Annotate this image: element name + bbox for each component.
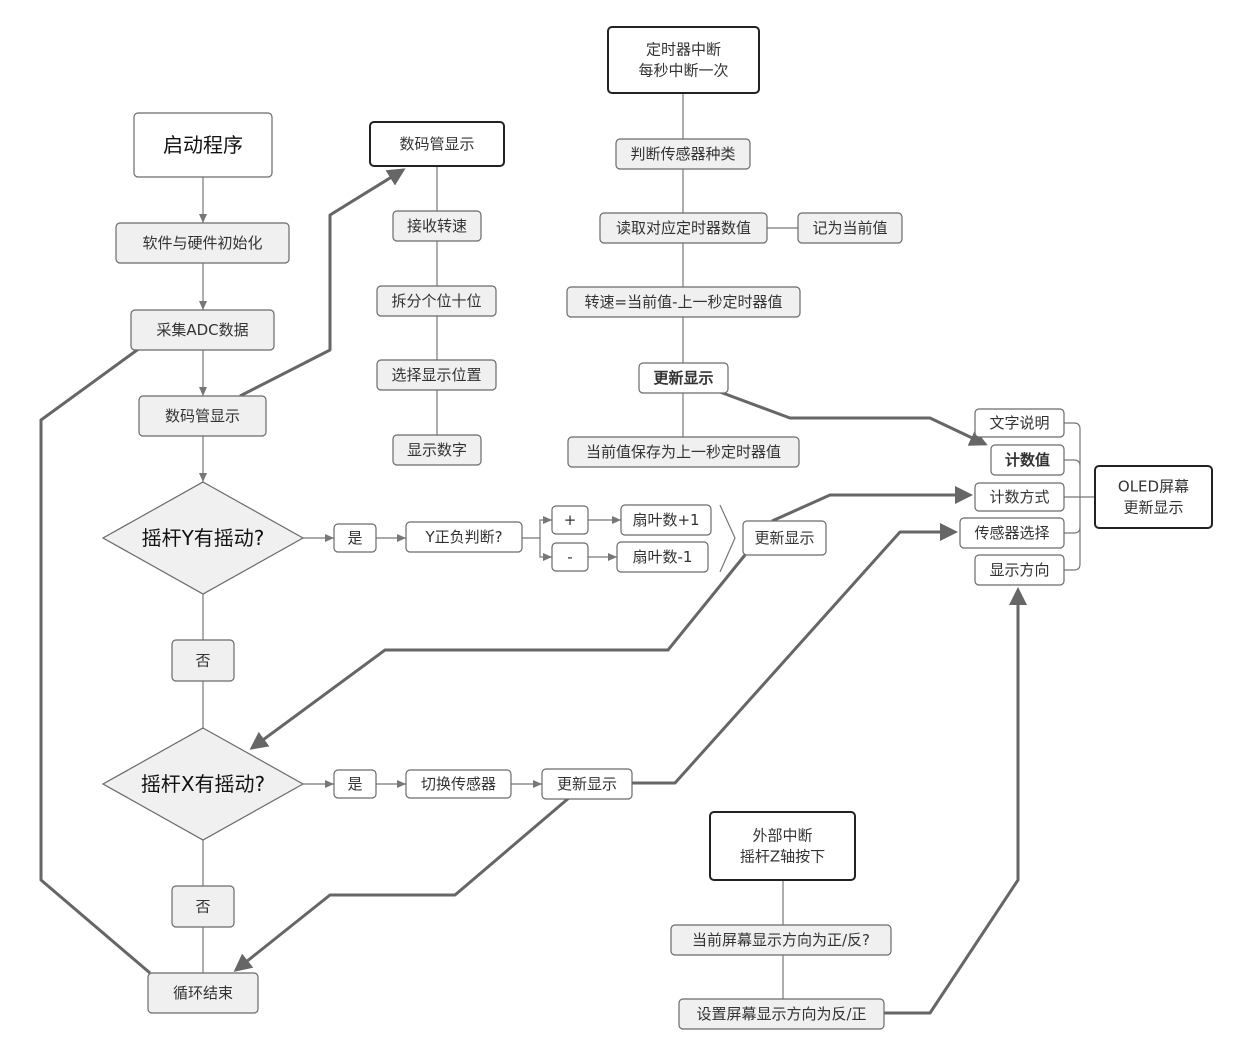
node-switch-sensor: 切换传感器 [405, 769, 512, 799]
node-label: 接收转速 [407, 217, 467, 235]
node-label: 更新显示 [653, 369, 713, 387]
node-oled: OLED屏幕更新显示 [1094, 465, 1213, 529]
node-label: 是 [347, 529, 362, 547]
node-minus: - [551, 542, 589, 572]
node-label: 当前屏幕显示方向为正/反? [692, 931, 870, 949]
node-box [709, 811, 856, 881]
node-label: 当前值保存为上一秒定时器值 [586, 443, 781, 461]
node-label: 否 [195, 898, 210, 916]
node-show-digit: 显示数字 [392, 434, 482, 466]
node-set-dir: 设置屏幕显示方向为反/正 [678, 998, 885, 1030]
node-ext-int: 外部中断摇杆Z轴按下 [709, 811, 856, 881]
node-split-digits: 拆分个位十位 [376, 285, 497, 317]
flow-arrow [884, 587, 1027, 1015]
node-record-current: 记为当前值 [797, 212, 903, 244]
flowchart: 启动程序软件与硬件初始化采集ADC数据数码管显示摇杆Y有摇动? 是 Y正负判断?+-… [39, 26, 1213, 1030]
node-label: OLED屏幕 [1118, 478, 1189, 496]
node-label: 采集ADC数据 [156, 321, 248, 339]
node-label: 扇叶数-1 [633, 548, 693, 566]
node-box [607, 26, 760, 94]
node-label: 判断传感器种类 [630, 145, 735, 163]
connector-line [1064, 459, 1081, 467]
node-save-prev: 当前值保存为上一秒定时器值 [567, 436, 800, 468]
node-label: 摇杆Z轴按下 [740, 848, 825, 866]
node-label: 循环结束 [173, 984, 233, 1002]
node-label: 每秒中断一次 [638, 62, 728, 80]
node-diamond-x: 摇杆X有摇动? [101, 727, 305, 841]
node-adc: 采集ADC数据 [130, 309, 275, 351]
node-label: 扇叶数+1 [632, 511, 699, 529]
node-read-timer: 读取对应定时器数值 [599, 212, 768, 244]
node-select-pos: 选择显示位置 [376, 359, 497, 391]
node-label: 启动程序 [163, 133, 243, 157]
node-display-dir: 显示方向 [974, 554, 1065, 586]
node-cur-dir: 当前屏幕显示方向为正/反? [670, 924, 892, 956]
node-label: 数码管显示 [165, 407, 240, 425]
node-box [1094, 465, 1213, 529]
flow-arrow [719, 390, 988, 446]
node-diamond-y: 摇杆Y有摇动? [101, 481, 305, 595]
node-init: 软件与硬件初始化 [115, 222, 290, 264]
node-update-timer: 更新显示 [638, 362, 729, 394]
node-label: 更新显示 [557, 775, 617, 793]
node-label: 文字说明 [989, 414, 1049, 432]
node-yes-x: 是 [333, 769, 377, 799]
connector-line [522, 516, 552, 539]
node-label: 计数方式 [989, 488, 1049, 506]
node-label: 更新显示 [754, 529, 814, 547]
connector-line [539, 538, 552, 561]
node-judge-sensor: 判断传感器种类 [615, 138, 751, 170]
node-label: + [564, 511, 577, 529]
node-label: 定时器中断 [646, 41, 721, 59]
node-label: 计数值 [1005, 451, 1050, 469]
node-label: 数码管显示 [399, 135, 474, 153]
node-label: 设置屏幕显示方向为反/正 [696, 1005, 866, 1023]
node-label: 是 [347, 775, 362, 793]
node-label: 拆分个位十位 [391, 292, 481, 310]
node-label: 显示方向 [989, 561, 1049, 579]
node-yes-y: 是 [333, 523, 377, 553]
node-start: 启动程序 [133, 112, 273, 178]
node-label: 选择显示位置 [391, 366, 481, 384]
node-seg-title: 数码管显示 [369, 121, 505, 167]
nodes: 启动程序软件与硬件初始化采集ADC数据数码管显示摇杆Y有摇动? 是 Y正负判断?+-… [101, 26, 1213, 1030]
node-label: 摇杆X有摇动? [141, 772, 265, 796]
node-update-x: 更新显示 [541, 768, 633, 800]
node-fan-plus: 扇叶数+1 [620, 504, 712, 536]
node-label: 显示数字 [407, 441, 467, 459]
node-loop-end: 循环结束 [147, 972, 259, 1014]
node-count-value: 计数值 [990, 444, 1065, 476]
node-fan-minus: 扇叶数-1 [616, 541, 709, 573]
node-label: 外部中断 [752, 827, 812, 845]
node-label: 读取对应定时器数值 [616, 219, 751, 237]
node-sensor-select: 传感器选择 [959, 517, 1065, 549]
node-text-desc: 文字说明 [974, 408, 1065, 438]
flow-arrow [249, 554, 747, 750]
flow-arrow [233, 795, 571, 972]
flow-arrow [771, 486, 973, 523]
node-plus: + [551, 505, 589, 535]
node-speed-calc: 转速=当前值-上一秒定时器值 [566, 286, 801, 318]
node-timer: 定时器中断每秒中断一次 [607, 26, 760, 94]
node-count-mode: 计数方式 [974, 482, 1065, 512]
node-label: 软件与硬件初始化 [142, 234, 262, 252]
node-label: 否 [195, 652, 210, 670]
node-label: 转速=当前值-上一秒定时器值 [585, 293, 783, 311]
connector-line [1064, 526, 1081, 534]
node-no-x: 否 [171, 885, 235, 928]
node-y-sign: Y正负判断? [405, 521, 523, 553]
connector-line [719, 504, 736, 573]
node-label: 摇杆Y有摇动? [142, 526, 265, 550]
node-update-y: 更新显示 [742, 520, 827, 556]
node-label: - [567, 548, 572, 566]
node-seg: 数码管显示 [138, 395, 267, 437]
node-label: 切换传感器 [421, 775, 496, 793]
node-recv-speed: 接收转速 [392, 210, 482, 242]
node-label: 记为当前值 [812, 219, 887, 237]
node-label: 更新显示 [1123, 499, 1183, 517]
node-no-y: 否 [171, 639, 235, 682]
node-label: Y正负判断? [424, 528, 502, 546]
node-label: 传感器选择 [974, 524, 1049, 542]
